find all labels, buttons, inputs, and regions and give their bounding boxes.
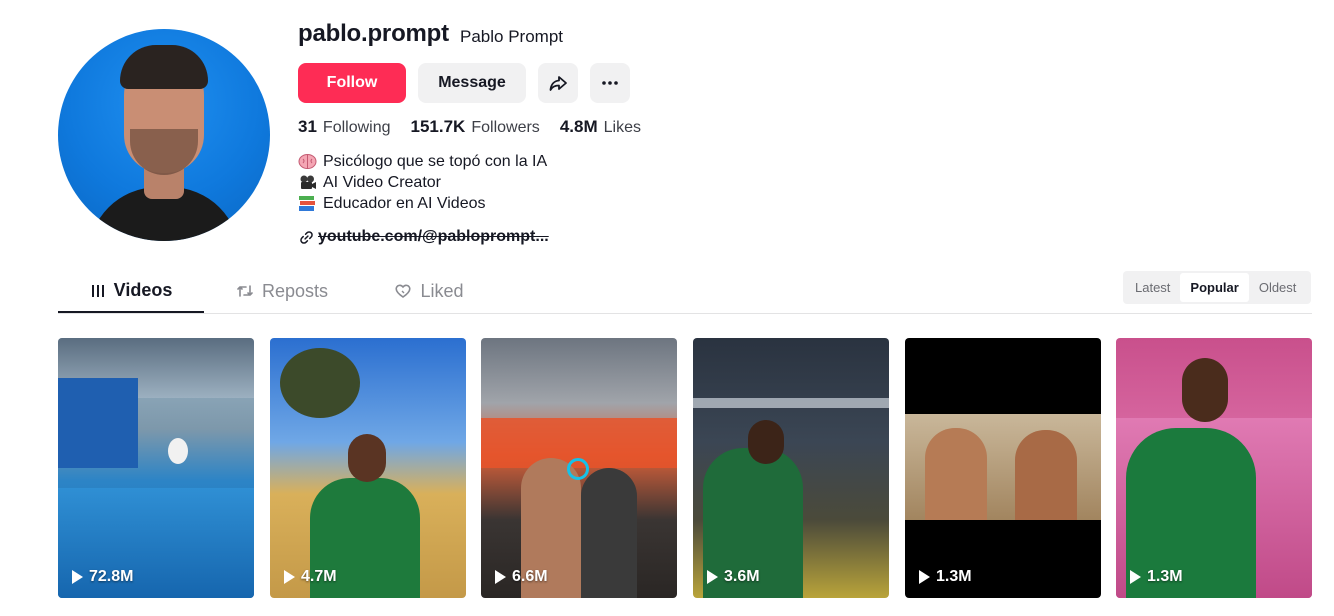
video-thumbnail-figure xyxy=(1015,430,1077,520)
bio-line: Educador en AI Videos xyxy=(298,193,547,214)
profile-nickname: Pablo Prompt xyxy=(460,27,563,46)
profile-bio: Psicólogo que se topó con la IA AI Video… xyxy=(298,151,547,214)
message-button[interactable]: Message xyxy=(418,63,526,103)
tab-label: Videos xyxy=(113,280,173,300)
tab-videos[interactable]: Videos xyxy=(58,270,204,313)
video-thumbnail-figure xyxy=(925,428,987,520)
books-emoji-icon xyxy=(299,196,315,211)
video-card[interactable]: 3.6M xyxy=(693,338,889,598)
share-icon xyxy=(549,76,567,91)
video-thumbnail-tree xyxy=(280,348,360,418)
tab-liked[interactable]: Liked xyxy=(394,270,464,312)
video-views: 6.6M xyxy=(495,568,548,586)
follow-button[interactable]: Follow xyxy=(298,63,406,103)
video-thumbnail-light xyxy=(693,398,889,408)
sort-toggle: Latest Popular Oldest xyxy=(1123,271,1311,304)
video-thumbnail-figure xyxy=(168,438,188,464)
ellipsis-icon xyxy=(602,81,618,85)
bio-line: Psicólogo que se topó con la IA xyxy=(298,151,547,172)
play-icon xyxy=(919,570,930,584)
video-views-count: 6.6M xyxy=(512,568,548,585)
bio-text: AI Video Creator xyxy=(323,174,441,191)
profile-link-text[interactable]: youtube.com/@pabloprompt... xyxy=(318,228,549,246)
bio-text: Psicólogo que se topó con la IA xyxy=(323,153,548,170)
bio-text: Educador en AI Videos xyxy=(323,195,486,212)
video-thumbnail-face xyxy=(1182,358,1228,422)
play-icon xyxy=(707,570,718,584)
likes-count: 4.8M xyxy=(559,117,598,136)
play-icon xyxy=(284,570,295,584)
video-card[interactable]: 4.7M xyxy=(270,338,466,598)
play-icon xyxy=(72,570,83,584)
video-thumbnail-face xyxy=(748,420,784,464)
likes-label: Likes xyxy=(603,119,641,136)
tab-label: Reposts xyxy=(261,280,329,301)
video-views-count: 3.6M xyxy=(724,568,760,585)
sort-oldest[interactable]: Oldest xyxy=(1249,273,1307,302)
more-options-button[interactable] xyxy=(590,63,630,103)
camera-emoji-icon xyxy=(300,175,316,189)
tab-label: Liked xyxy=(420,280,464,301)
share-button[interactable] xyxy=(538,63,578,103)
play-icon xyxy=(495,570,506,584)
followers-label[interactable]: Followers xyxy=(471,119,539,137)
video-card[interactable]: 1.3M xyxy=(905,338,1101,598)
following-label[interactable]: Following xyxy=(323,119,391,137)
video-card[interactable]: 6.6M xyxy=(481,338,677,598)
sort-popular[interactable]: Popular xyxy=(1180,273,1249,302)
grid-icon xyxy=(91,284,104,297)
play-icon xyxy=(1130,570,1141,584)
following-count[interactable]: 31 xyxy=(298,117,317,137)
avatar-hair xyxy=(120,45,208,89)
video-views-count: 1.3M xyxy=(936,568,972,585)
avatar-beard xyxy=(130,129,198,175)
sort-latest[interactable]: Latest xyxy=(1125,273,1180,302)
profile-link[interactable]: youtube.com/@pabloprompt... xyxy=(299,228,549,246)
repost-icon xyxy=(237,285,253,297)
video-views-count: 4.7M xyxy=(301,568,337,585)
video-views-count: 1.3M xyxy=(1147,568,1183,585)
video-views: 4.7M xyxy=(284,568,337,586)
profile-stats: 31 Following 151.7K Followers 4.8M Likes xyxy=(298,117,661,137)
followers-count[interactable]: 151.7K xyxy=(411,117,466,137)
tab-reposts[interactable]: Reposts xyxy=(234,270,330,312)
video-thumbnail-figure xyxy=(581,468,637,598)
video-views: 3.6M xyxy=(707,568,760,586)
heart-icon xyxy=(395,284,412,298)
video-views-count: 72.8M xyxy=(89,568,134,585)
video-card[interactable]: 1.3M xyxy=(1116,338,1312,598)
video-thumbnail-wall xyxy=(58,378,138,468)
video-views: 1.3M xyxy=(1130,568,1183,586)
brain-emoji-icon xyxy=(298,154,317,169)
cursor-ring-icon xyxy=(567,458,589,480)
video-thumbnail-face xyxy=(348,434,386,482)
profile-avatar[interactable] xyxy=(58,29,270,241)
link-icon xyxy=(300,230,313,244)
video-card[interactable]: 72.8M xyxy=(58,338,254,598)
video-views: 72.8M xyxy=(72,568,133,586)
video-views: 1.3M xyxy=(919,568,972,586)
profile-username: pablo.prompt xyxy=(298,20,449,47)
bio-line: AI Video Creator xyxy=(298,172,547,193)
